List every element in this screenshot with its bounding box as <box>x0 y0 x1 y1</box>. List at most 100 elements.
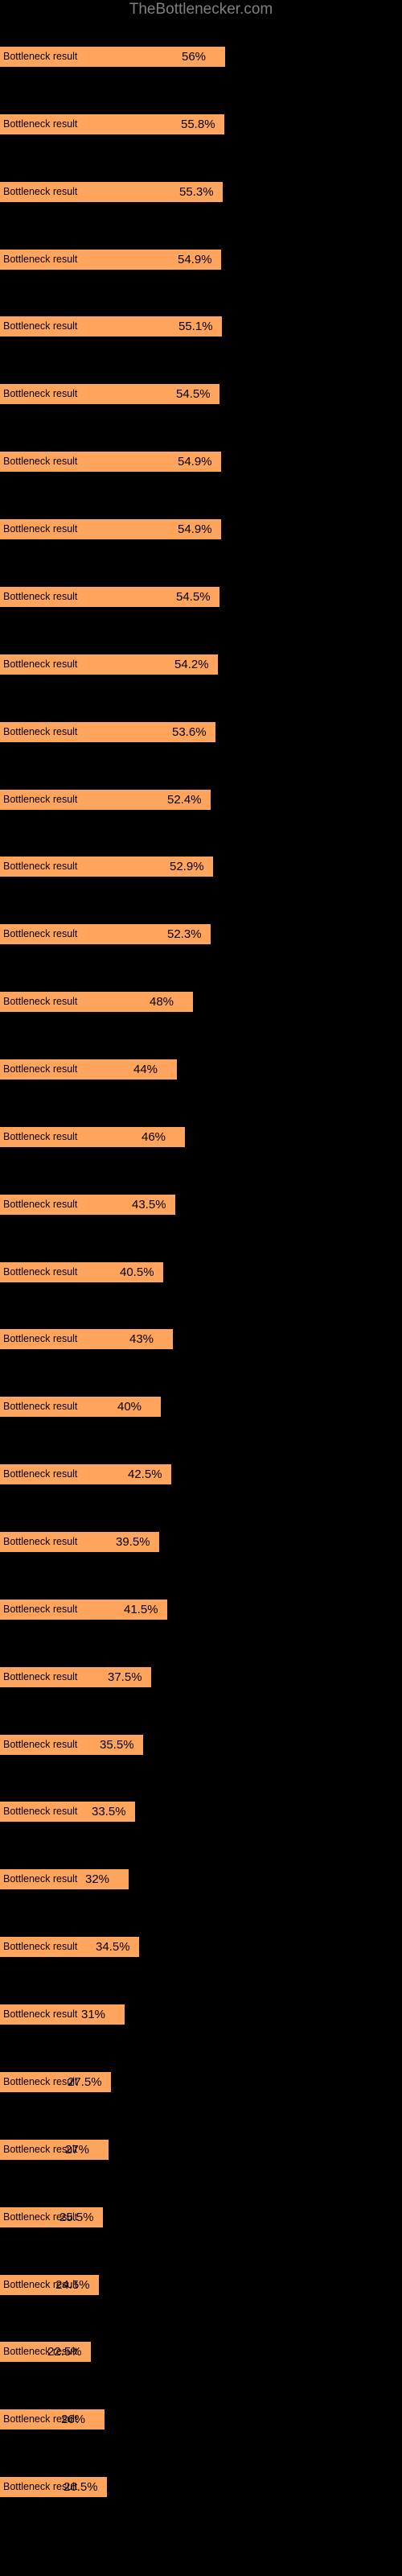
bar-value-label: 52.3% <box>167 927 202 941</box>
bar-row[interactable]: Bottleneck result 22.5% <box>0 2341 402 2363</box>
bar-category-label: Bottleneck result <box>3 1873 78 1885</box>
bar-row[interactable]: Bottleneck result 33.5% <box>0 1801 402 1823</box>
bar-value-label: 34.5% <box>96 1940 130 1954</box>
bar-row[interactable]: Bottleneck result 40.5% <box>0 1261 402 1283</box>
bar-category-label: Bottleneck result <box>3 1806 78 1817</box>
bar-row[interactable]: Bottleneck result 25.5% <box>0 2207 402 2228</box>
bar-row[interactable]: Bottleneck result 46% <box>0 1126 402 1148</box>
bar-value-label: 54.5% <box>176 387 211 401</box>
bar-category-label: Bottleneck result <box>3 861 78 872</box>
bar-category-label: Bottleneck result <box>3 1941 78 1952</box>
bar-row[interactable]: Bottleneck result 54.5% <box>0 383 402 405</box>
bar-content-clip: Bottleneck result 25.5% <box>0 2207 103 2228</box>
bar-row[interactable]: Bottleneck result 41.5% <box>0 1599 402 1620</box>
bar-value-label: 53.6% <box>172 725 207 739</box>
bar-row[interactable]: Bottleneck result 42.5% <box>0 1463 402 1485</box>
bar-row[interactable]: Bottleneck result 55.8% <box>0 114 402 135</box>
bar-content-clip: Bottleneck result 52.3% <box>0 923 211 945</box>
bar-row[interactable]: Bottleneck result 43.5% <box>0 1194 402 1216</box>
bar-row[interactable]: Bottleneck result 55.1% <box>0 316 402 337</box>
bar-content-clip: Bottleneck result 54.5% <box>0 586 219 608</box>
bar-value-label: 54.5% <box>176 590 211 604</box>
bar-value-label: 31% <box>81 2008 106 2021</box>
bar-row[interactable]: Bottleneck result 55.3% <box>0 181 402 203</box>
bar-value-label: 22.5% <box>47 2345 82 2359</box>
bar-value-label: 54.9% <box>178 522 212 536</box>
bar-category-label: Bottleneck result <box>3 186 78 197</box>
bar-value-label: 54.9% <box>178 253 212 266</box>
bar-category-label: Bottleneck result <box>3 1468 78 1480</box>
bar-value-label: 39.5% <box>116 1535 150 1549</box>
bar-row[interactable]: Bottleneck result 34.5% <box>0 1936 402 1958</box>
bar-content-clip: Bottleneck result 41.5% <box>0 1599 167 1620</box>
bar-value-label: 55.8% <box>181 118 215 131</box>
bar-row[interactable]: Bottleneck result 32% <box>0 1868 402 1890</box>
bar-value-label: 54.2% <box>174 658 209 671</box>
bar-row[interactable]: Bottleneck result 54.9% <box>0 451 402 473</box>
bar-row[interactable]: Bottleneck result 54.2% <box>0 654 402 675</box>
bar-content-clip: Bottleneck result 52.4% <box>0 789 211 811</box>
bar-category-label: Bottleneck result <box>3 2481 78 2492</box>
bar-category-label: Bottleneck result <box>3 1333 78 1344</box>
bar-row[interactable]: Bottleneck result 35.5% <box>0 1734 402 1756</box>
bar-category-label: Bottleneck result <box>3 254 78 265</box>
bar-content-clip: Bottleneck result 43.5% <box>0 1194 175 1216</box>
bar-content-clip: Bottleneck result 32% <box>0 1868 129 1890</box>
bar-category-label: Bottleneck result <box>3 523 78 535</box>
bar-content-clip: Bottleneck result 31% <box>0 2004 125 2025</box>
bar-content-clip: Bottleneck result 43% <box>0 1328 173 1350</box>
bar-value-label: 37.5% <box>108 1670 142 1684</box>
bar-row[interactable]: Bottleneck result 39.5% <box>0 1531 402 1553</box>
bar-value-label: 33.5% <box>92 1805 126 1818</box>
bar-value-label: 26.5% <box>64 2480 98 2494</box>
bar-content-clip: Bottleneck result 54.9% <box>0 451 221 473</box>
bar-row[interactable]: Bottleneck result 44% <box>0 1059 402 1080</box>
bar-value-label: 44% <box>133 1063 158 1076</box>
bar-category-label: Bottleneck result <box>3 2279 78 2290</box>
bar-row[interactable]: Bottleneck result 27% <box>0 2139 402 2161</box>
bar-category-label: Bottleneck result <box>3 1199 78 1210</box>
bar-row[interactable]: Bottleneck result 54.9% <box>0 249 402 270</box>
bar-content-clip: Bottleneck result 54.5% <box>0 383 219 405</box>
bar-category-label: Bottleneck result <box>3 726 78 737</box>
bar-row[interactable]: Bottleneck result 27.5% <box>0 2071 402 2093</box>
bar-content-clip: Bottleneck result 55.1% <box>0 316 222 337</box>
bar-category-label: Bottleneck result <box>3 1401 78 1412</box>
bar-row[interactable]: Bottleneck result 24.5% <box>0 2274 402 2296</box>
bar-category-label: Bottleneck result <box>3 1266 78 1278</box>
bar-category-label: Bottleneck result <box>3 2413 78 2425</box>
bar-row[interactable]: Bottleneck result 52.9% <box>0 856 402 877</box>
bar-row[interactable]: Bottleneck result 54.9% <box>0 518 402 540</box>
bar-content-clip: Bottleneck result 56% <box>0 46 225 68</box>
bar-category-label: Bottleneck result <box>3 320 78 332</box>
bar-row[interactable]: Bottleneck result 56% <box>0 46 402 68</box>
bar-row[interactable]: Bottleneck result 48% <box>0 991 402 1013</box>
bar-row[interactable]: Bottleneck result 54.5% <box>0 586 402 608</box>
bar-value-label: 48% <box>150 995 174 1009</box>
bar-category-label: Bottleneck result <box>3 928 78 939</box>
bar-row[interactable]: Bottleneck result 26.5% <box>0 2476 402 2498</box>
bar-row[interactable]: Bottleneck result 52.3% <box>0 923 402 945</box>
bar-value-label: 35.5% <box>100 1738 134 1752</box>
bar-row[interactable]: Bottleneck result 40% <box>0 1396 402 1418</box>
bar-category-label: Bottleneck result <box>3 2346 78 2357</box>
bar-value-label: 55.1% <box>178 320 213 333</box>
bar-content-clip: Bottleneck result 55.8% <box>0 114 224 135</box>
bar-row[interactable]: Bottleneck result 37.5% <box>0 1666 402 1688</box>
bar-row[interactable]: Bottleneck result 53.6% <box>0 721 402 743</box>
bar-category-label: Bottleneck result <box>3 388 78 399</box>
bar-value-label: 26% <box>61 2413 86 2426</box>
bar-row[interactable]: Bottleneck result 43% <box>0 1328 402 1350</box>
bar-row[interactable]: Bottleneck result 31% <box>0 2004 402 2025</box>
bar-category-label: Bottleneck result <box>3 1739 78 1750</box>
bar-category-label: Bottleneck result <box>3 1671 78 1682</box>
bar-category-label: Bottleneck result <box>3 794 78 805</box>
bar-value-label: 24.5% <box>55 2278 90 2292</box>
bar-row[interactable]: Bottleneck result 52.4% <box>0 789 402 811</box>
bar-category-label: Bottleneck result <box>3 1131 78 1142</box>
bar-content-clip: Bottleneck result 24.5% <box>0 2274 99 2296</box>
bar-content-clip: Bottleneck result 54.9% <box>0 518 221 540</box>
bar-category-label: Bottleneck result <box>3 118 78 130</box>
bar-row[interactable]: Bottleneck result 26% <box>0 2409 402 2430</box>
bar-value-label: 46% <box>142 1130 166 1144</box>
